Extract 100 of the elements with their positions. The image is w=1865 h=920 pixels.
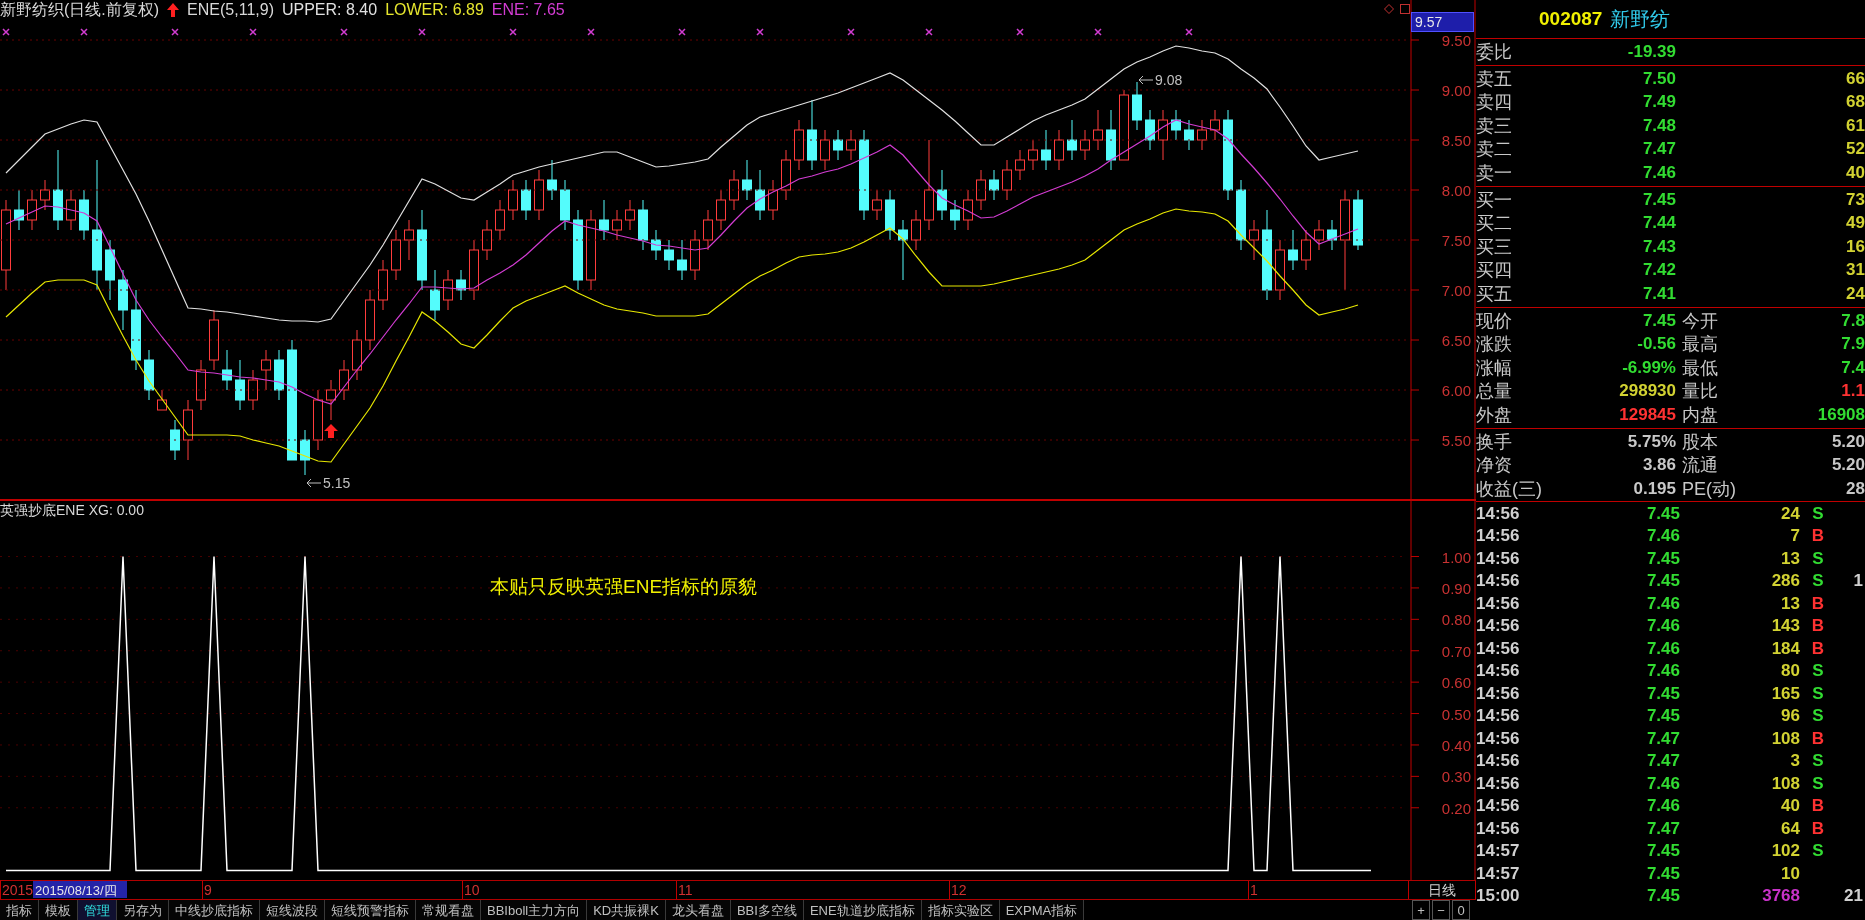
candlestick	[976, 169, 986, 211]
tick-time: 14:56	[1476, 593, 1521, 614]
price-label: 5.15	[323, 475, 351, 491]
stat-value: 1.1	[1840, 381, 1865, 402]
tick-volume: 3	[1789, 751, 1800, 772]
candlestick	[872, 189, 882, 221]
order-volume: 16	[1845, 236, 1865, 257]
candlestick	[248, 369, 258, 411]
axis-tick-label: 9.50	[1441, 32, 1471, 49]
axis-tick-label: 9.00	[1441, 82, 1471, 99]
order-volume: 66	[1845, 68, 1865, 89]
candlestick	[495, 199, 505, 241]
tick-time: 14:56	[1476, 571, 1521, 592]
stat-value: 0.195	[1632, 478, 1676, 499]
indicator-tab[interactable]: 龙头看盘	[665, 900, 731, 920]
tick-volume: 40	[1780, 796, 1800, 817]
candlestick	[469, 239, 479, 301]
candlestick	[898, 219, 908, 281]
candlestick	[274, 349, 284, 401]
zoom-button[interactable]: −	[1432, 900, 1450, 920]
stat-label: 外盘	[1476, 403, 1513, 427]
indicator-tab[interactable]: BBI多空线	[730, 900, 804, 920]
indicator-tab[interactable]: BBIboll主力方向	[481, 900, 588, 920]
axis-tick-label: 7.00	[1441, 282, 1471, 299]
tick-side: S	[1811, 571, 1825, 592]
candlestick	[27, 189, 37, 231]
tick-time: 14:57	[1476, 841, 1521, 862]
stat-label: 内盘	[1682, 403, 1719, 427]
indicator-tab[interactable]: 模板	[39, 900, 78, 920]
tick-side: S	[1811, 841, 1825, 862]
candlestick	[1028, 139, 1038, 171]
candlestick	[1184, 119, 1194, 151]
tick-volume: 80	[1780, 661, 1800, 682]
stat-label: 现价	[1476, 309, 1513, 333]
tick-time: 14:56	[1476, 661, 1521, 682]
candlestick	[1093, 109, 1103, 151]
candlestick	[963, 189, 973, 231]
zoom-button[interactable]: 0	[1452, 900, 1470, 920]
stat-label: 涨幅	[1476, 356, 1513, 380]
candlestick	[352, 329, 362, 381]
indicator-tab[interactable]: 另存为	[117, 900, 169, 920]
tick-volume: 184	[1770, 638, 1800, 659]
date-tick-label: 12	[951, 882, 967, 898]
zoom-button[interactable]: +	[1412, 900, 1430, 920]
candlestick	[781, 149, 791, 201]
indicator-tab[interactable]: EXPMA指标	[999, 900, 1085, 920]
tick-time: 14:56	[1476, 751, 1521, 772]
indicator-tab[interactable]: 短线波段	[260, 900, 325, 920]
tick-price: 7.45	[1645, 571, 1680, 592]
order-level-label: 卖一	[1476, 161, 1513, 185]
tick-time: 14:56	[1476, 796, 1521, 817]
order-volume: 40	[1845, 162, 1865, 183]
tick-volume: 24	[1780, 503, 1800, 524]
indicator-name: ENE(5,11,9)	[187, 1, 274, 19]
indicator-tab[interactable]: 常规看盘	[416, 900, 481, 920]
leader-line	[306, 478, 322, 488]
tick-volume: 3768	[1761, 886, 1800, 907]
order-price: 7.46	[1641, 162, 1676, 183]
indicator-tab[interactable]: 指标实验区	[921, 900, 1000, 920]
order-price: 7.45	[1641, 189, 1676, 210]
up-arrow-icon	[167, 3, 180, 17]
candlestick	[1353, 189, 1363, 251]
tick-side: S	[1811, 548, 1825, 569]
candlestick	[1067, 119, 1077, 161]
candlestick	[1236, 179, 1246, 251]
axis-tick-label: 0.70	[1441, 642, 1471, 660]
candlestick	[1132, 81, 1142, 131]
indicator-tab[interactable]: KD共振裸K	[587, 900, 666, 920]
indicator-tab[interactable]: ENE轨道抄底指标	[803, 900, 922, 920]
candlestick	[937, 169, 947, 221]
candlestick	[651, 229, 661, 261]
candlestick	[1327, 219, 1337, 251]
candlestick	[846, 129, 856, 161]
tick-time: 14:56	[1476, 503, 1521, 524]
order-volume: 24	[1845, 283, 1865, 304]
tick-count: 21	[1843, 886, 1864, 907]
candlestick	[625, 199, 635, 231]
stat-value: 5.20	[1830, 455, 1865, 476]
stat-label: 量比	[1682, 380, 1719, 404]
indicator-tab[interactable]: 短线预警指标	[325, 900, 416, 920]
tick-volume: 102	[1770, 841, 1800, 862]
stat-label: 委比	[1476, 41, 1513, 64]
indicator-tab[interactable]: 中线抄底指标	[169, 900, 260, 920]
price-label: 9.08	[1155, 72, 1183, 88]
indicator-tab[interactable]: 指标	[0, 900, 39, 920]
tick-price: 7.46	[1645, 526, 1680, 547]
candlestick	[1171, 109, 1181, 141]
indicator-tab[interactable]: 管理	[78, 900, 117, 920]
square-icon[interactable]	[1400, 4, 1410, 14]
tick-count: 1	[1852, 571, 1864, 592]
candlestick	[404, 219, 414, 261]
candlestick	[794, 119, 804, 171]
stat-value: 7.4	[1840, 357, 1865, 378]
indicator-value: LOWER: 6.89	[385, 1, 484, 19]
order-volume: 52	[1845, 139, 1865, 160]
candlestick	[118, 269, 128, 331]
tick-price: 7.45	[1645, 706, 1680, 727]
candlestick	[1275, 239, 1285, 301]
order-price: 7.49	[1641, 92, 1676, 113]
tick-time: 14:56	[1476, 548, 1521, 569]
